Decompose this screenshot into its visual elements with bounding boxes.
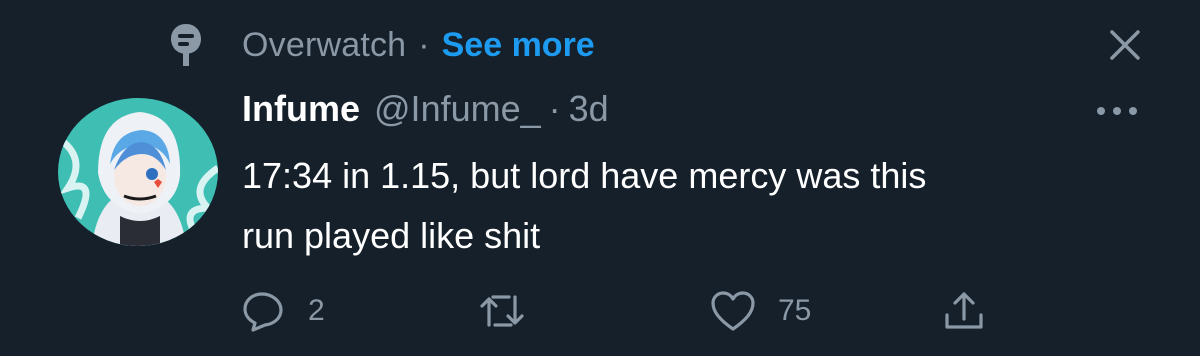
timestamp[interactable]: 3d	[569, 88, 609, 130]
user-handle[interactable]: @Infume_	[374, 88, 541, 130]
reply-icon	[243, 292, 283, 332]
header-separator: ·	[548, 88, 561, 129]
close-button[interactable]	[1100, 22, 1150, 68]
share-icon	[945, 292, 983, 329]
close-icon	[1110, 30, 1140, 60]
reply-count: 2	[308, 294, 325, 327]
user-avatar[interactable]	[58, 98, 218, 246]
heart-icon	[711, 291, 755, 331]
tweet-text-line-2: run played like shit	[242, 215, 541, 256]
more-options-button[interactable]	[1092, 96, 1142, 126]
share-button[interactable]	[942, 286, 1008, 336]
topic-icon	[166, 20, 206, 70]
topic-name[interactable]: Overwatch	[242, 26, 406, 65]
tweet-actions: 2 75	[242, 286, 1002, 336]
see-more-link[interactable]: See more	[442, 26, 595, 65]
retweet-icon	[480, 295, 524, 327]
topic-separator: ·	[418, 25, 430, 64]
tweet-card[interactable]: Overwatch · See more Infume @Infume_ · 3…	[0, 0, 1200, 356]
tweet-text: 17:34 in 1.15, but lord have mercy was t…	[242, 146, 1162, 266]
retweet-button[interactable]	[478, 286, 548, 336]
more-horizontal-icon	[1097, 107, 1137, 115]
topic-context-row: Overwatch · See more	[166, 20, 595, 70]
tweet-header: Infume @Infume_ · 3d	[242, 88, 609, 138]
tweet-text-line-1: 17:34 in 1.15, but lord have mercy was t…	[242, 155, 927, 196]
like-button[interactable]: 75	[710, 286, 811, 336]
display-name[interactable]: Infume	[242, 88, 360, 130]
reply-button[interactable]: 2	[242, 286, 325, 336]
like-count: 75	[778, 294, 812, 327]
